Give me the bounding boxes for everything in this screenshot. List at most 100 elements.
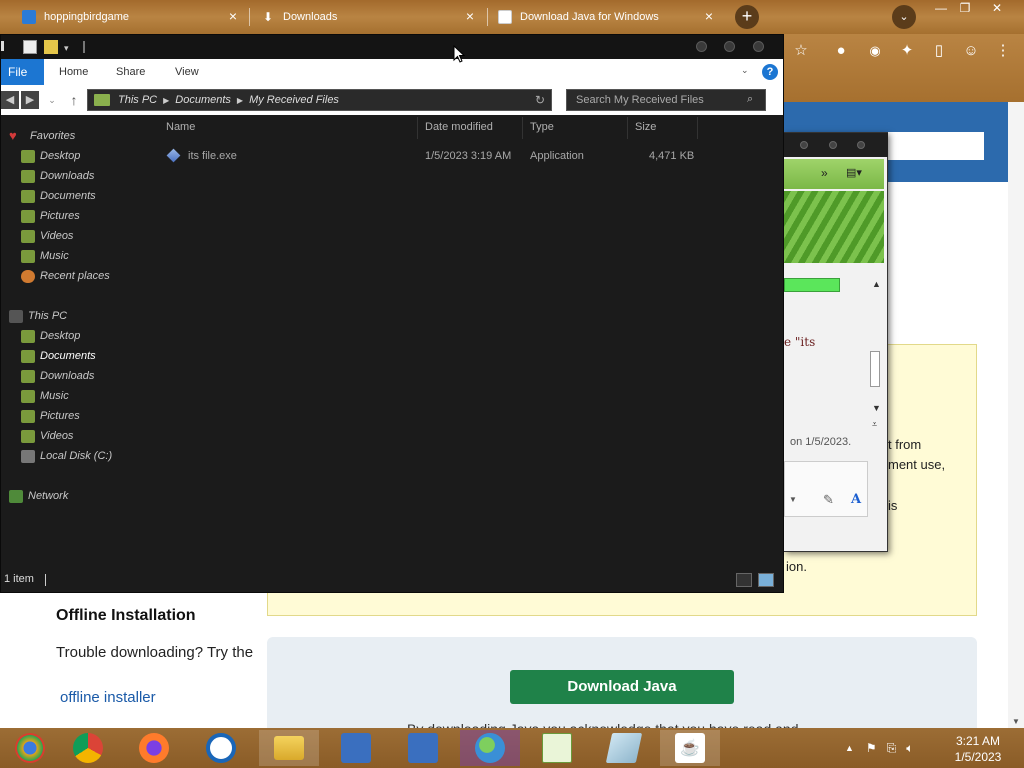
maximize-button[interactable]: [829, 141, 837, 149]
taskbar-app-network-monitor[interactable]: [393, 730, 453, 766]
tab-download-java[interactable]: Download Java for Windows ×: [498, 2, 716, 32]
page-scrollbar[interactable]: ▼: [1008, 102, 1024, 728]
tab-view[interactable]: View: [175, 59, 199, 85]
nav-fav-videos[interactable]: Videos: [21, 227, 73, 245]
nav-pc-music[interactable]: Music: [21, 387, 69, 405]
column-name[interactable]: Name: [166, 121, 195, 133]
nav-pc-pictures[interactable]: Pictures: [21, 407, 80, 425]
column-separator[interactable]: [417, 117, 418, 139]
taskbar-app-people[interactable]: [460, 730, 520, 766]
expand-ribbon-icon[interactable]: ⌄: [741, 65, 749, 76]
taskbar-app-paper[interactable]: [594, 730, 654, 766]
scroll-down-arrow[interactable]: ▼: [872, 403, 881, 413]
options-dropdown-icon[interactable]: ▤▾: [846, 166, 862, 179]
large-icons-view-button[interactable]: [758, 573, 774, 587]
help-button[interactable]: ?: [762, 64, 778, 80]
scroll-up-arrow[interactable]: ▲: [872, 279, 881, 289]
nav-fav-recent[interactable]: Recent places: [21, 267, 110, 285]
restore-button[interactable]: ❐: [950, 1, 980, 17]
avatar-icon[interactable]: ◉: [864, 40, 886, 62]
download-java-button[interactable]: Download Java: [510, 670, 734, 704]
search-input[interactable]: Search My Received Files ⌕: [566, 89, 766, 111]
system-clock[interactable]: 3:21 AM 1/5/2023: [946, 733, 1010, 765]
taskbar-app-java[interactable]: ☕: [660, 730, 720, 766]
taskbar-app-opera[interactable]: [191, 730, 251, 766]
breadcrumb-documents[interactable]: Documents: [175, 94, 231, 106]
column-separator[interactable]: [627, 117, 628, 139]
close-icon[interactable]: ×: [702, 9, 716, 23]
explorer-titlebar[interactable]: ▾: [1, 35, 783, 59]
column-date-modified[interactable]: Date modified: [425, 121, 493, 133]
scroll-end-arrow[interactable]: ⩡: [872, 419, 877, 430]
taskbar-app-file-explorer[interactable]: [259, 730, 319, 766]
maximize-button[interactable]: [724, 41, 735, 52]
new-folder-icon[interactable]: [44, 40, 58, 54]
nav-fav-pictures[interactable]: Pictures: [21, 207, 80, 225]
tab-downloads[interactable]: ⬇ Downloads ×: [261, 2, 477, 32]
breadcrumb-received-files[interactable]: My Received Files: [249, 94, 339, 106]
scroll-down-arrow[interactable]: ▼: [1012, 717, 1020, 726]
close-button[interactable]: [857, 141, 865, 149]
nav-pc-videos[interactable]: Videos: [21, 427, 73, 445]
tab-share[interactable]: Share: [116, 59, 145, 85]
column-separator[interactable]: [522, 117, 523, 139]
taskbar-app-notepad[interactable]: [527, 730, 587, 766]
offline-installer-link[interactable]: offline installer: [60, 689, 156, 706]
pen-icon[interactable]: ✎: [823, 492, 834, 508]
minimize-button[interactable]: [800, 141, 808, 149]
address-bar[interactable]: This PC ▶ Documents ▶ My Received Files …: [87, 89, 552, 111]
nav-pc-documents[interactable]: Documents: [21, 347, 96, 365]
star-icon[interactable]: ☆: [790, 40, 812, 62]
close-icon[interactable]: ×: [226, 9, 240, 23]
extension-icon[interactable]: ●: [830, 40, 852, 62]
customize-toolbar-icon[interactable]: ▾: [64, 43, 78, 57]
volume-icon[interactable]: 🔈︎: [906, 741, 913, 756]
new-tab-button[interactable]: +: [735, 5, 759, 29]
menu-icon[interactable]: ⋮: [992, 40, 1014, 62]
nav-network[interactable]: Network: [9, 487, 68, 505]
nav-fav-documents[interactable]: Documents: [21, 187, 96, 205]
close-button[interactable]: [753, 41, 764, 52]
tab-file[interactable]: File: [1, 59, 44, 85]
network-tray-icon[interactable]: ⎘: [887, 741, 897, 756]
details-view-button[interactable]: [736, 573, 752, 587]
back-button[interactable]: ◀: [1, 91, 19, 109]
sidebar-icon[interactable]: ▯: [928, 40, 950, 62]
more-tools-button[interactable]: »: [821, 166, 828, 180]
nav-this-pc[interactable]: This PC: [9, 307, 67, 325]
breadcrumb-this-pc[interactable]: This PC: [118, 94, 157, 106]
search-icon[interactable]: ⌕: [747, 93, 761, 107]
nav-fav-music[interactable]: Music: [21, 247, 69, 265]
tab-hoppingbirdgame[interactable]: hoppingbirdgame ×: [22, 2, 240, 32]
column-type[interactable]: Type: [530, 121, 554, 133]
profile-icon[interactable]: ☺: [960, 40, 982, 62]
nav-fav-desktop[interactable]: Desktop: [21, 147, 80, 165]
puzzle-icon[interactable]: ✦: [896, 40, 918, 62]
column-size[interactable]: Size: [635, 121, 656, 133]
nav-favorites[interactable]: ♥ Favorites: [9, 127, 75, 145]
font-color-icon[interactable]: A: [851, 492, 861, 507]
nav-pc-desktop[interactable]: Desktop: [21, 327, 80, 345]
flag-icon[interactable]: ⚑: [866, 741, 877, 755]
tab-home[interactable]: Home: [59, 59, 88, 85]
installer-scroll-thumb[interactable]: [870, 351, 880, 387]
recent-locations-button[interactable]: ⌄: [43, 91, 61, 109]
breadcrumb-separator[interactable]: ▶: [237, 96, 243, 105]
dropdown-arrow-icon[interactable]: ▼: [789, 495, 797, 504]
breadcrumb-separator[interactable]: ▶: [163, 96, 169, 105]
forward-button[interactable]: ▶: [21, 91, 39, 109]
column-separator[interactable]: [697, 117, 698, 139]
properties-icon[interactable]: [23, 40, 37, 54]
taskbar-app-chrome[interactable]: [58, 730, 118, 766]
show-hidden-icons-icon[interactable]: ▲: [845, 743, 854, 753]
taskbar-app-network-monitor[interactable]: [326, 730, 386, 766]
file-name[interactable]: its file.exe: [188, 150, 237, 162]
taskbar-app-start[interactable]: [0, 730, 60, 766]
nav-fav-downloads[interactable]: Downloads: [21, 167, 94, 185]
taskbar-app-firefox[interactable]: [124, 730, 184, 766]
tab-search-button[interactable]: ⌄: [892, 5, 916, 29]
up-button[interactable]: ↑: [65, 91, 83, 109]
close-icon[interactable]: ×: [463, 9, 477, 23]
close-window-button[interactable]: ✕: [982, 1, 1012, 17]
nav-pc-local-disk[interactable]: Local Disk (C:): [21, 447, 112, 465]
